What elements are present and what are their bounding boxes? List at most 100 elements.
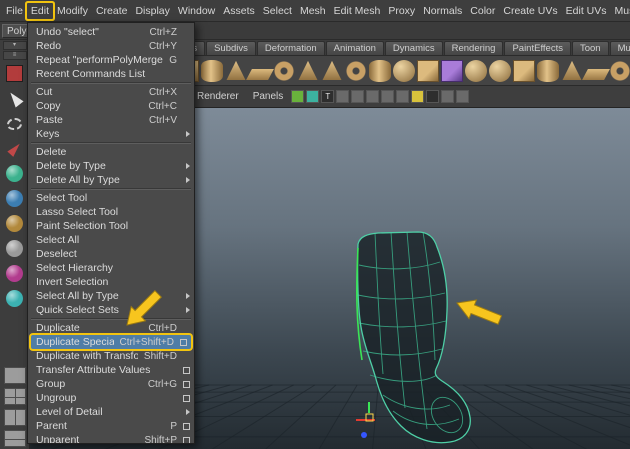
nurbs-sphere-icon[interactable] — [489, 60, 511, 82]
use-lighting-icon[interactable] — [336, 90, 349, 103]
option-box-icon[interactable] — [183, 381, 190, 388]
scale-tool-icon[interactable] — [2, 211, 28, 236]
edit-menu-item-duplicate-special[interactable]: Duplicate SpecialCtrl+Shift+D — [31, 335, 191, 349]
edit-menu-item-group[interactable]: GroupCtrl+G — [28, 377, 194, 391]
shelf-tab-painteffects[interactable]: PaintEffects — [504, 41, 571, 55]
rotate-tool-icon[interactable] — [2, 186, 28, 211]
nurbs-plane-icon[interactable] — [582, 69, 610, 80]
menu-window[interactable]: Window — [174, 3, 219, 19]
menu-edit-mesh[interactable]: Edit Mesh — [330, 3, 385, 19]
menu-file[interactable]: File — [2, 3, 27, 19]
boot-mesh[interactable] — [357, 232, 471, 443]
menu-create-uvs[interactable]: Create UVs — [499, 3, 561, 19]
move-manipulator[interactable] — [356, 402, 375, 438]
lasso-tool-icon[interactable] — [2, 111, 28, 136]
platonic-solid-icon[interactable] — [417, 60, 439, 82]
option-box-icon[interactable] — [183, 367, 190, 374]
panel-menu-panels[interactable]: Panels — [246, 91, 291, 102]
menu-modify[interactable]: Modify — [53, 3, 92, 19]
shelf-tab-dynamics[interactable]: Dynamics — [385, 41, 443, 55]
universal-manipulator-icon[interactable] — [2, 236, 28, 261]
resolution-gate-icon[interactable] — [396, 90, 409, 103]
edit-menu-item-recent-commands-list[interactable]: Recent Commands List — [28, 67, 194, 81]
edit-menu-item-quick-select-sets[interactable]: Quick Select Sets — [28, 303, 194, 317]
edit-menu-item-delete-all-by-type[interactable]: Delete All by Type — [28, 173, 194, 187]
menu-edit-uvs[interactable]: Edit UVs — [562, 3, 611, 19]
wireframe-on-shaded-icon[interactable] — [291, 90, 304, 103]
shelf-tab-toggle-button[interactable]: ▾ — [3, 41, 27, 50]
menu-select[interactable]: Select — [259, 3, 296, 19]
menu-muscle[interactable]: Muscle — [611, 3, 630, 19]
poly-pipe-icon[interactable] — [345, 60, 367, 82]
dark-sphere-icon[interactable] — [426, 90, 439, 103]
edit-menu-item-level-of-detail[interactable]: Level of Detail — [28, 405, 194, 419]
textured-display-icon[interactable]: T — [321, 90, 334, 103]
edit-menu-item-select-all-by-type[interactable]: Select All by Type — [28, 289, 194, 303]
shelf-tab-muscle[interactable]: Muscle — [610, 41, 630, 55]
soft-modification-icon[interactable] — [2, 261, 28, 286]
poly-soccer-ball-icon[interactable] — [393, 60, 415, 82]
edit-menu-item-transfer-attribute-values[interactable]: Transfer Attribute Values — [28, 363, 194, 377]
nurbs-torus-icon[interactable] — [609, 60, 630, 82]
edit-menu-item-copy[interactable]: CopyCtrl+C — [28, 99, 194, 113]
single-pane-layout-button[interactable] — [4, 367, 26, 384]
split-pane-layout-button[interactable] — [4, 430, 26, 447]
edit-menu-item-invert-selection[interactable]: Invert Selection — [28, 275, 194, 289]
grid-toggle-icon[interactable] — [366, 90, 379, 103]
edit-menu-item-redo[interactable]: RedoCtrl+Y — [28, 39, 194, 53]
edit-menu-item-unparent[interactable]: UnparentShift+P — [28, 433, 194, 444]
nurbs-cube-icon[interactable] — [513, 60, 535, 82]
menu-color[interactable]: Color — [466, 3, 499, 19]
sculpt-geometry-icon[interactable] — [465, 60, 487, 82]
menu-mesh[interactable]: Mesh — [296, 3, 330, 19]
option-box-icon[interactable] — [183, 423, 190, 430]
edit-menu-item-parent[interactable]: ParentP — [28, 419, 194, 433]
edit-menu-item-select-all[interactable]: Select All — [28, 233, 194, 247]
edit-menu-item-delete-by-type[interactable]: Delete by Type — [28, 159, 194, 173]
option-box-icon[interactable] — [183, 395, 190, 402]
shelf-tab-animation[interactable]: Animation — [326, 41, 384, 55]
yellow-sphere-icon[interactable] — [411, 90, 424, 103]
edit-menu-item-paste[interactable]: PasteCtrl+V — [28, 113, 194, 127]
show-manipulator-icon[interactable] — [2, 286, 28, 311]
edit-menu-item-undo-select[interactable]: Undo "select"Ctrl+Z — [28, 25, 194, 39]
shelf-tab-rendering[interactable]: Rendering — [444, 41, 504, 55]
nurbs-cylinder-icon[interactable] — [537, 60, 559, 82]
smooth-shade-icon[interactable] — [306, 90, 319, 103]
select-mask-icon[interactable] — [2, 61, 28, 86]
shelf-tab-toon[interactable]: Toon — [572, 41, 609, 55]
edit-menu-item-lasso-select-tool[interactable]: Lasso Select Tool — [28, 205, 194, 219]
poly-torus-icon[interactable] — [273, 60, 295, 82]
option-box-icon[interactable] — [180, 339, 187, 346]
edit-menu-item-duplicate-with-transform[interactable]: Duplicate with TransformShift+D — [28, 349, 194, 363]
edit-menu-item-cut[interactable]: CutCtrl+X — [28, 85, 194, 99]
edit-menu-item-select-hierarchy[interactable]: Select Hierarchy — [28, 261, 194, 275]
shelf-menu-button[interactable]: ≡ — [3, 51, 27, 60]
isolate-select-icon[interactable] — [441, 90, 454, 103]
menu-display[interactable]: Display — [131, 3, 173, 19]
move-tool-icon[interactable] — [2, 161, 28, 186]
menu-create[interactable]: Create — [92, 3, 132, 19]
two-pane-layout-button[interactable] — [4, 409, 26, 426]
edit-menu-item-paint-selection-tool[interactable]: Paint Selection Tool — [28, 219, 194, 233]
menu-assets[interactable]: Assets — [219, 3, 259, 19]
edit-menu-item-ungroup[interactable]: Ungroup — [28, 391, 194, 405]
shelf-tab-subdivs[interactable]: Subdivs — [206, 41, 256, 55]
poly-prism-icon[interactable] — [297, 60, 319, 82]
edit-menu-item-deselect[interactable]: Deselect — [28, 247, 194, 261]
shelf-tab-deformation[interactable]: Deformation — [257, 41, 325, 55]
xray-display-icon[interactable] — [456, 90, 469, 103]
option-box-icon[interactable] — [183, 437, 190, 444]
edit-menu-item-delete[interactable]: Delete — [28, 145, 194, 159]
edit-menu-item-select-tool[interactable]: Select Tool — [28, 191, 194, 205]
edit-menu-item-keys[interactable]: Keys — [28, 127, 194, 141]
paint-selection-tool-icon[interactable] — [2, 136, 28, 161]
four-pane-layout-button[interactable] — [4, 388, 26, 405]
edit-menu-item-repeat-performpolymerge-0[interactable]: Repeat "performPolyMerge 0"G — [28, 53, 194, 67]
manipulator-z-handle[interactable] — [361, 432, 367, 438]
volume-cube-icon[interactable] — [441, 60, 463, 82]
poly-cone-icon[interactable] — [225, 60, 247, 82]
menu-proxy[interactable]: Proxy — [384, 3, 419, 19]
menu-edit[interactable]: Edit — [27, 3, 53, 19]
poly-pyramid-icon[interactable] — [321, 60, 343, 82]
